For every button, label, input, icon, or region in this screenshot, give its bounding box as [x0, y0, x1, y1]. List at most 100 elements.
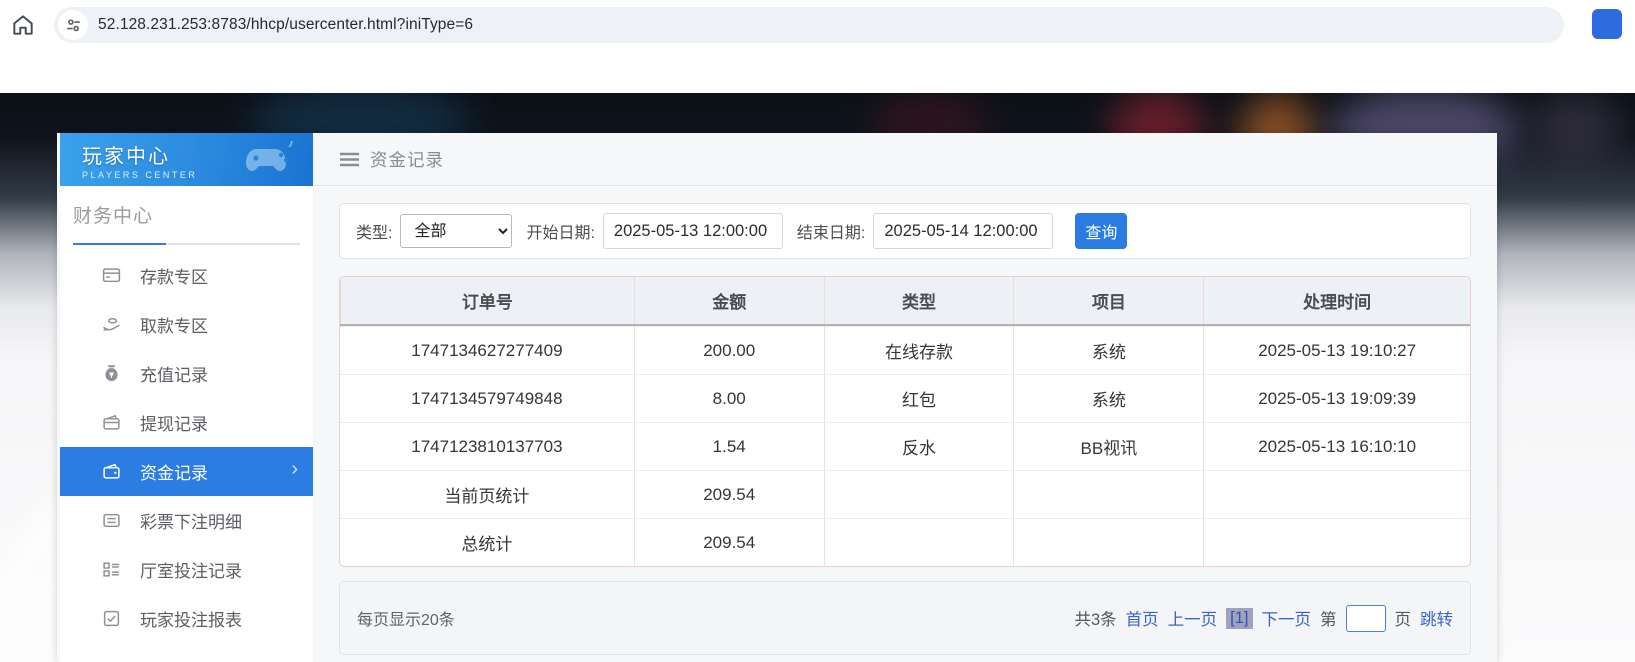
end-date-label: 结束日期: — [796, 225, 866, 242]
order-number-cell: 1747134579749848 — [411, 388, 563, 408]
home-icon[interactable] — [10, 12, 36, 38]
chevron-right-icon: › — [291, 458, 298, 480]
sidebar-item-label: 玩家投注报表 — [140, 611, 242, 630]
sidebar-item-label: 提现记录 — [140, 415, 208, 434]
type-cell: 在线存款 — [823, 327, 1014, 374]
amount-cell: 209.54 — [633, 519, 824, 566]
project-cell: BB视讯 — [1013, 423, 1203, 470]
type-cell: 反水 — [823, 423, 1014, 470]
sidebar: 玩家中心 PLAYERS CENTER 财务中心 存款专区 › — [60, 133, 313, 662]
start-date-label: 开始日期: — [526, 225, 595, 242]
table-row: 1747134627277409 200.00 在线存款 系统 2025-05-… — [340, 326, 1470, 374]
section-underline — [73, 243, 300, 245]
hall-bet-record-icon — [102, 560, 121, 579]
page-title: 资金记录 — [370, 149, 444, 170]
content-header: 资金记录 — [313, 133, 1497, 186]
table-row: 1747123810137703 1.54 反水 BB视讯 2025-05-13… — [340, 422, 1470, 470]
amount-cell: 209.54 — [633, 471, 824, 518]
filter-bar: 类型: 全部 开始日期: 结束日期: 查询 — [339, 203, 1471, 259]
jump-prefix-text: 第 — [1320, 611, 1337, 629]
type-select[interactable]: 全部 — [400, 214, 513, 248]
withdraw-zone-icon — [102, 315, 121, 334]
sidebar-logo: 玩家中心 PLAYERS CENTER — [60, 133, 313, 186]
fund-record-icon — [102, 462, 121, 481]
table-header: 订单号 金额 类型 项目 处理时间 — [340, 277, 1470, 324]
recharge-record-icon — [102, 364, 121, 383]
browser-chrome: 52.128.231.253:8783/hhcp/usercenter.html… — [0, 0, 1635, 50]
sidebar-item[interactable]: 资金记录 › — [60, 447, 313, 496]
type-cell — [823, 471, 1014, 518]
table-row: 当前页统计 209.54 — [340, 470, 1470, 518]
total-count-text: 共3条 — [1074, 611, 1117, 629]
sidebar-item-label: 彩票下注明细 — [140, 513, 242, 532]
table-header-row: 订单号 金额 类型 项目 处理时间 — [340, 277, 1470, 326]
table-row: 1747134579749848 8.00 红包 系统 2025-05-13 1… — [340, 374, 1470, 422]
type-cell — [823, 519, 1014, 566]
sidebar-item[interactable]: 存款专区 › — [60, 251, 313, 300]
sidebar-item[interactable]: 彩票下注明细 › — [60, 496, 313, 545]
start-date-input[interactable] — [602, 213, 783, 249]
user-center-panel: 玩家中心 PLAYERS CENTER 财务中心 存款专区 › — [57, 133, 1497, 662]
hamburger-icon[interactable] — [340, 152, 359, 167]
column-header: 金额 — [633, 277, 824, 324]
content-area: 资金记录 类型: 全部 开始日期: 结束日期: 查询 订单号金额类型项目处理时间… — [313, 133, 1497, 662]
project-cell — [1013, 471, 1203, 518]
pagination-bar: 每页显示20条 共3条 首页 上一页 [1] 下一页 第 页 跳转 — [339, 581, 1471, 655]
deposit-zone-icon — [102, 266, 121, 285]
project-cell: 系统 — [1013, 327, 1203, 374]
site-settings-icon[interactable] — [58, 10, 88, 40]
column-header: 订单号 — [340, 277, 634, 324]
sidebar-item[interactable]: 玩家投注报表 › — [60, 594, 313, 643]
address-bar[interactable]: 52.128.231.253:8783/hhcp/usercenter.html… — [54, 7, 1564, 43]
time-cell — [1203, 519, 1470, 566]
sidebar-item-label: 存款专区 — [140, 268, 208, 287]
time-cell: 2025-05-13 19:10:27 — [1203, 327, 1470, 374]
jump-suffix-text: 页 — [1394, 611, 1412, 629]
lottery-bet-detail-icon — [102, 511, 121, 530]
amount-cell: 8.00 — [633, 375, 824, 422]
project-cell: 系统 — [1013, 375, 1203, 422]
player-bet-report-icon — [102, 609, 121, 628]
sidebar-item[interactable]: 充值记录 › — [60, 349, 313, 398]
finance-center-heading: 财务中心 — [73, 206, 154, 227]
withdraw-record-icon — [102, 413, 121, 432]
amount-cell: 1.54 — [633, 423, 824, 470]
sidebar-item[interactable]: 取款专区 › — [60, 300, 313, 349]
table-body: 1747134627277409 200.00 在线存款 系统 2025-05-… — [340, 326, 1470, 566]
sidebar-section: 财务中心 — [60, 186, 313, 245]
type-cell: 红包 — [823, 375, 1014, 422]
project-cell — [1013, 519, 1203, 566]
sidebar-item-label: 资金记录 — [140, 464, 208, 483]
pager-controls: 共3条 首页 上一页 [1] 下一页 第 页 跳转 — [1065, 604, 1453, 632]
sidebar-item-label: 厅室投注记录 — [140, 562, 242, 581]
table-row: 总统计 209.54 — [340, 518, 1470, 566]
sidebar-item-label: 充值记录 — [140, 366, 208, 385]
url-text: 52.128.231.253:8783/hhcp/usercenter.html… — [98, 16, 474, 33]
next-page-link[interactable]: 下一页 — [1262, 606, 1312, 630]
gamepad-icon — [243, 141, 299, 179]
records-table: 订单号 金额 类型 项目 处理时间 1747134627277409 200.00 在线… — [339, 276, 1471, 567]
first-page-link[interactable]: 首页 — [1126, 606, 1159, 630]
column-header: 处理时间 — [1203, 277, 1470, 324]
time-cell — [1203, 471, 1470, 518]
order-number-cell: 1747123810137703 — [411, 436, 563, 456]
time-cell: 2025-05-13 16:10:10 — [1203, 423, 1470, 470]
search-button[interactable]: 查询 — [1075, 213, 1128, 249]
order-number-cell: 1747134627277409 — [411, 340, 563, 360]
end-date-input[interactable] — [873, 213, 1054, 249]
per-page-text: 每页显示20条 — [357, 612, 455, 629]
jump-button[interactable]: 跳转 — [1420, 606, 1453, 630]
order-number-cell: 总统计 — [461, 535, 513, 554]
prev-page-link[interactable]: 上一页 — [1168, 606, 1218, 630]
extension-icon[interactable] — [1592, 9, 1622, 39]
current-page-indicator[interactable]: [1] — [1226, 607, 1253, 629]
column-header: 项目 — [1013, 277, 1204, 324]
sidebar-menu: 存款专区 › 取款专区 › 充值记录 › 提现记录 — [60, 251, 313, 643]
column-header: 类型 — [823, 277, 1014, 324]
type-label: 类型: — [356, 225, 393, 242]
sidebar-item[interactable]: 提现记录 › — [60, 398, 313, 447]
sidebar-item[interactable]: 厅室投注记录 › — [60, 545, 313, 594]
time-cell: 2025-05-13 19:09:39 — [1203, 375, 1470, 422]
page-jump-input[interactable] — [1345, 604, 1386, 632]
amount-cell: 200.00 — [633, 327, 824, 374]
